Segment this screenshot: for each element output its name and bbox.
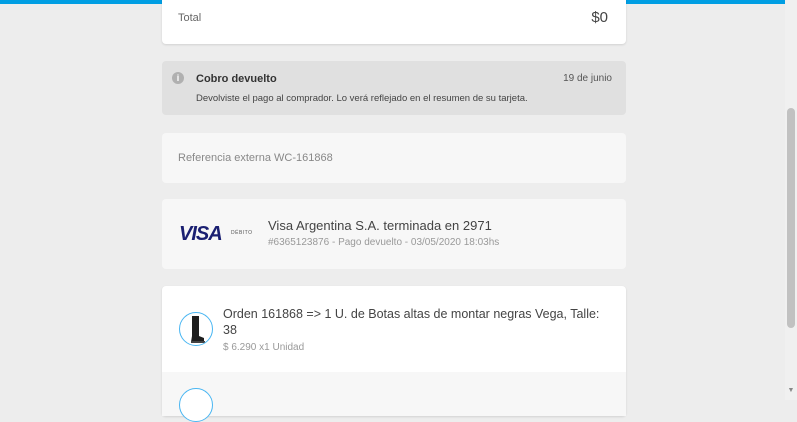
notice-text: Devolviste el pago al comprador. Lo verá… xyxy=(196,93,528,104)
payment-subtitle: #6365123876 - Pago devuelto - 03/05/2020… xyxy=(268,237,500,248)
refund-notice: i Cobro devuelto 19 de junio Devolviste … xyxy=(162,61,626,115)
notice-date: 19 de junio xyxy=(563,73,612,84)
product-avatar-icon xyxy=(179,388,213,422)
total-card: Total $0 xyxy=(162,0,626,44)
next-item-row xyxy=(162,372,626,422)
total-label: Total xyxy=(178,12,202,24)
payment-method-card: VISA DÉBITO Visa Argentina S.A. terminad… xyxy=(162,199,626,269)
order-subtitle: $ 6.290 x1 Unidad xyxy=(223,342,305,353)
card-type-label: DÉBITO xyxy=(231,230,253,236)
scroll-down-arrow-icon[interactable]: ▼ xyxy=(786,386,796,396)
info-icon: i xyxy=(172,72,184,84)
notice-title: Cobro devuelto xyxy=(196,73,277,85)
external-reference-card: Referencia externa WC-161868 xyxy=(162,133,626,183)
scrollbar-thumb[interactable] xyxy=(787,108,795,328)
total-value: $0 xyxy=(591,9,608,26)
external-reference: Referencia externa WC-161868 xyxy=(178,152,333,164)
visa-logo-icon: VISA xyxy=(179,223,223,245)
order-title: Orden 161868 => 1 U. de Botas altas de m… xyxy=(223,307,600,337)
order-item-card: Orden 161868 => 1 U. de Botas altas de m… xyxy=(162,286,626,422)
boot-product-icon xyxy=(179,312,213,346)
payment-title: Visa Argentina S.A. terminada en 2971 xyxy=(268,218,492,233)
